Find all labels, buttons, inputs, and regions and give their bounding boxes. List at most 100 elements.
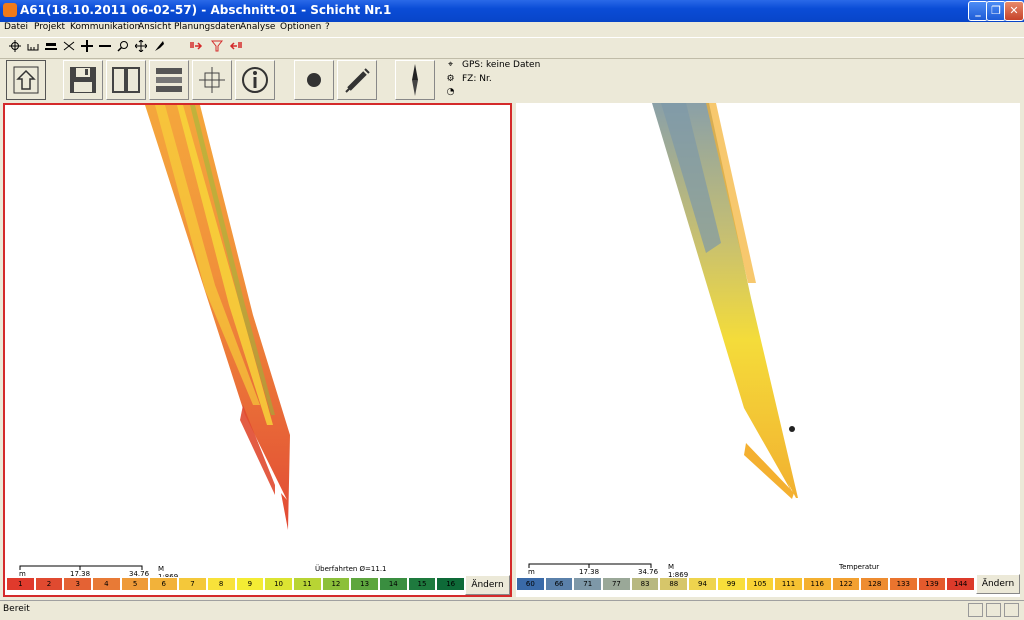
menu-analyse[interactable]: Analyse xyxy=(240,22,275,32)
info-button[interactable] xyxy=(235,60,275,100)
roller-icon[interactable] xyxy=(44,38,58,54)
move-icon[interactable] xyxy=(134,38,148,54)
legend-cell: 122 xyxy=(831,577,861,591)
crosshair-icon[interactable] xyxy=(8,38,22,54)
red-arrow-left-icon[interactable] xyxy=(228,38,242,54)
change-button[interactable]: Ändern xyxy=(465,575,510,595)
menu-projekt[interactable]: Projekt xyxy=(34,22,65,32)
split-view-button[interactable] xyxy=(106,60,146,100)
save-icon xyxy=(70,67,96,93)
legend-cell: 116 xyxy=(802,577,832,591)
legend-cell: 3 xyxy=(63,577,93,591)
legend-cell: 88 xyxy=(659,577,689,591)
gps-value: keine Daten xyxy=(486,60,541,70)
info-icon xyxy=(242,67,268,93)
satellite-button[interactable] xyxy=(337,60,377,100)
legend-cell: 12 xyxy=(321,577,351,591)
home-button[interactable] xyxy=(6,60,46,100)
legend-cell: 105 xyxy=(745,577,775,591)
red-arrow-right-icon[interactable] xyxy=(190,38,204,54)
save-button[interactable] xyxy=(63,60,103,100)
status-pane xyxy=(1004,603,1019,617)
north-arrow-button[interactable] xyxy=(395,60,435,100)
legend-cell: 2 xyxy=(34,577,64,591)
menu-ansicht[interactable]: Ansicht xyxy=(138,22,171,32)
vehicle-label: FZ: Nr. xyxy=(462,74,492,84)
gps-icon: ⌖ xyxy=(447,60,454,70)
legend-cell: 77 xyxy=(602,577,631,591)
menu-optionen[interactable]: Optionen xyxy=(280,22,321,32)
temperature-map xyxy=(652,103,798,499)
plus-icon[interactable] xyxy=(80,38,94,54)
app-icon xyxy=(3,3,17,17)
status-bar: Bereit xyxy=(0,600,1024,620)
gps-label: GPS: xyxy=(462,60,484,70)
legend-cell: 11 xyxy=(292,577,322,591)
legend-cell: 128 xyxy=(860,577,889,591)
legend-cell: 111 xyxy=(774,577,803,591)
satellite-icon xyxy=(345,68,370,93)
status-text: Bereit xyxy=(3,604,30,614)
legend-cell: 144 xyxy=(946,577,975,591)
home-icon xyxy=(13,66,39,94)
legend-cell: 14 xyxy=(378,577,408,591)
pin-icon[interactable] xyxy=(152,38,166,54)
gps-info: ⌖ GPS: keine Daten xyxy=(445,60,540,70)
close-button[interactable]: ✕ xyxy=(1004,1,1024,21)
split-icon[interactable] xyxy=(62,38,76,54)
scale-end: 34.76 xyxy=(638,568,659,576)
target-icon xyxy=(199,67,225,93)
legend-cell: 10 xyxy=(264,577,293,591)
north-arrow-icon xyxy=(412,64,418,96)
title-bar: A61(18.10.2011 06-02-57) - Abschnitt-01 … xyxy=(0,0,1024,22)
coverage-map xyxy=(145,105,290,530)
maximize-button[interactable]: ❐ xyxy=(986,1,1006,21)
filter-icon[interactable] xyxy=(210,38,224,54)
legend-cell: 71 xyxy=(573,577,603,591)
scale-mid: 17.38 xyxy=(579,568,600,576)
legend-cell: 83 xyxy=(630,577,660,591)
scale-unit: m xyxy=(528,568,535,576)
clock-icon: ◔ xyxy=(446,87,455,97)
vehicle-info: ⚙ FZ: Nr. xyxy=(445,74,492,84)
ruler-icon[interactable] xyxy=(26,38,40,54)
target-button[interactable] xyxy=(192,60,232,100)
legend-cell: 94 xyxy=(688,577,717,591)
layers-icon xyxy=(156,68,182,92)
legend-cell: 15 xyxy=(407,577,437,591)
legend-cell: 13 xyxy=(350,577,379,591)
record-icon xyxy=(307,73,321,87)
map-caption: Temperatur xyxy=(839,563,880,571)
window-title: A61(18.10.2011 06-02-57) - Abschnitt-01 … xyxy=(20,3,392,17)
legend-cell: 99 xyxy=(716,577,746,591)
temperature-map-view[interactable]: m 17.38 34.76 M 1:869 Temperatur 60 66 71 7… xyxy=(516,103,1020,597)
magnifier-icon[interactable] xyxy=(116,38,130,54)
split-view-icon xyxy=(112,67,140,93)
legend-cell: 66 xyxy=(544,577,574,591)
legend-cell: 9 xyxy=(235,577,265,591)
timer-info: ◔ xyxy=(445,87,462,97)
minus-icon[interactable] xyxy=(98,38,112,54)
change-button[interactable]: Ändern xyxy=(976,574,1020,594)
status-pane xyxy=(968,603,983,617)
legend-cell: 6 xyxy=(149,577,179,591)
color-legend: 1 2 3 4 5 6 7 8 9 10 11 12 13 14 15 16 xyxy=(6,577,465,591)
menu-kommunikation[interactable]: Kommunikation xyxy=(70,22,140,32)
map-caption: Überfahrten Ø=11.1 xyxy=(315,565,387,573)
legend-cell: 7 xyxy=(178,577,207,591)
record-button[interactable] xyxy=(294,60,334,100)
minimize-button[interactable]: _ xyxy=(968,1,988,21)
legend-cell: 8 xyxy=(206,577,236,591)
vehicle-icon: ⚙ xyxy=(446,74,455,84)
layers-button[interactable] xyxy=(149,60,189,100)
menu-help[interactable]: ? xyxy=(325,22,330,32)
legend-cell: 139 xyxy=(917,577,947,591)
legend-cell: 4 xyxy=(92,577,121,591)
status-pane xyxy=(986,603,1001,617)
menu-datei[interactable]: Datei xyxy=(4,22,28,32)
legend-cell: 1 xyxy=(6,577,35,591)
menu-planungsdaten[interactable]: Planungsdaten xyxy=(174,22,241,32)
legend-cell: 5 xyxy=(120,577,150,591)
coverage-map-view[interactable]: m 17.38 34.76 M 1:869 Überfahrten Ø=11.1… xyxy=(3,103,512,597)
legend-cell: 16 xyxy=(436,577,465,591)
